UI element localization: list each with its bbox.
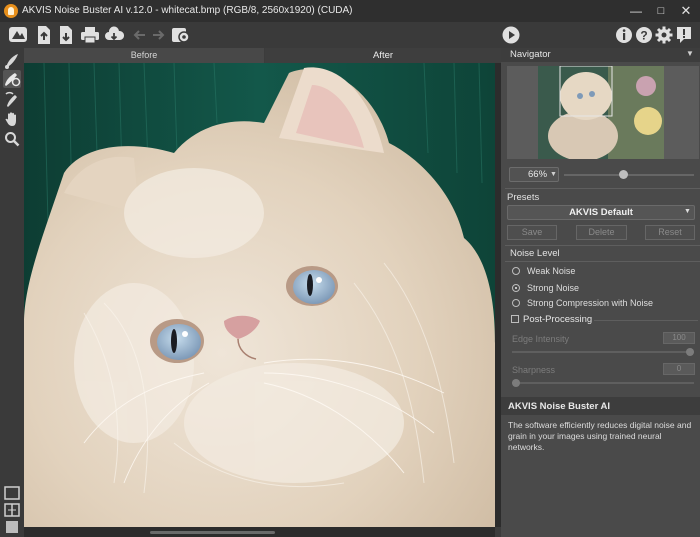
preferences-home-icon[interactable] (8, 25, 28, 45)
zoom-slider-track[interactable] (564, 174, 694, 176)
strong-noise-label[interactable]: Strong Noise (527, 283, 579, 293)
sharpness-label: Sharpness (512, 365, 556, 375)
strong-compression-radio[interactable] (512, 299, 520, 307)
zoom-dropdown-chevron-icon[interactable]: ▼ (550, 171, 557, 178)
edge-intensity-slider-track[interactable] (512, 351, 694, 353)
strong-noise-radio[interactable] (512, 284, 520, 292)
play-icon[interactable] (501, 25, 521, 45)
zoom-icon[interactable] (3, 130, 21, 148)
single-view-icon[interactable] (3, 484, 21, 502)
divider (594, 320, 698, 321)
navigator-title: Navigator (510, 49, 551, 60)
zoom-slider-handle[interactable] (619, 170, 628, 179)
edge-intensity-label: Edge Intensity (512, 334, 570, 344)
edge-intensity-slider-handle[interactable] (686, 348, 694, 356)
minimize-icon[interactable]: — (628, 3, 644, 19)
horizontal-scrollbar-thumb[interactable] (150, 531, 275, 534)
open-file-icon[interactable] (34, 25, 54, 45)
tab-before[interactable]: Before (24, 48, 264, 63)
undo-icon[interactable] (130, 25, 150, 45)
notifications-icon[interactable] (674, 25, 694, 45)
presets-label: Presets (507, 192, 540, 203)
strong-compression-label[interactable]: Strong Compression with Noise (527, 298, 653, 308)
help-icon[interactable]: ? (634, 25, 654, 45)
preset-select[interactable]: AKVIS Default (507, 205, 695, 220)
quick-selection-brush-icon[interactable] (3, 52, 21, 70)
save-preset-button[interactable]: Save (507, 225, 557, 240)
reset-preset-button[interactable]: Reset (645, 225, 695, 240)
info-icon[interactable] (614, 25, 634, 45)
split-view-icon[interactable] (3, 501, 21, 519)
divider (505, 188, 700, 189)
edge-intensity-value[interactable]: 100 (663, 332, 695, 344)
sharpness-slider-track[interactable] (512, 382, 694, 384)
info-description: The software efficiently reduces digital… (508, 420, 692, 452)
maximize-icon[interactable]: □ (653, 3, 669, 19)
history-brush-icon[interactable] (3, 91, 21, 109)
noise-level-label: Noise Level (510, 248, 560, 259)
hand-icon[interactable] (3, 110, 21, 128)
preset-dropdown-chevron-icon[interactable]: ▼ (684, 208, 691, 215)
sharpness-value[interactable]: 0 (663, 363, 695, 375)
post-processing-label[interactable]: Post-Processing (523, 314, 592, 325)
divider (505, 261, 700, 262)
cat-photo (24, 63, 495, 527)
delete-preset-button[interactable]: Delete (576, 225, 627, 240)
navigator-thumbnail[interactable] (538, 66, 664, 159)
post-processing-checkbox[interactable] (511, 315, 519, 323)
tab-after[interactable]: After (265, 48, 501, 63)
settings-icon[interactable] (654, 25, 674, 45)
redo-icon[interactable] (148, 25, 168, 45)
share-icon[interactable] (104, 25, 124, 45)
svg-text:?: ? (640, 29, 647, 43)
weak-noise-label[interactable]: Weak Noise (527, 266, 575, 276)
weak-noise-radio[interactable] (512, 267, 520, 275)
collapse-arrow-icon[interactable]: ▼ (686, 49, 694, 58)
close-icon[interactable]: ✕ (678, 3, 694, 19)
sharpness-slider-handle[interactable] (512, 379, 520, 387)
divider (505, 245, 700, 246)
restoring-brush-icon[interactable] (3, 70, 21, 88)
print-icon[interactable] (80, 25, 100, 45)
info-title: AKVIS Noise Buster AI (508, 401, 611, 412)
solid-view-icon[interactable] (3, 518, 21, 536)
save-file-icon[interactable] (56, 25, 76, 45)
window-title: AKVIS Noise Buster AI v.12.0 - whitecat.… (22, 5, 353, 16)
batch-settings-icon[interactable] (171, 25, 191, 45)
akvis-logo-icon (4, 4, 18, 18)
image-canvas[interactable] (24, 63, 495, 527)
